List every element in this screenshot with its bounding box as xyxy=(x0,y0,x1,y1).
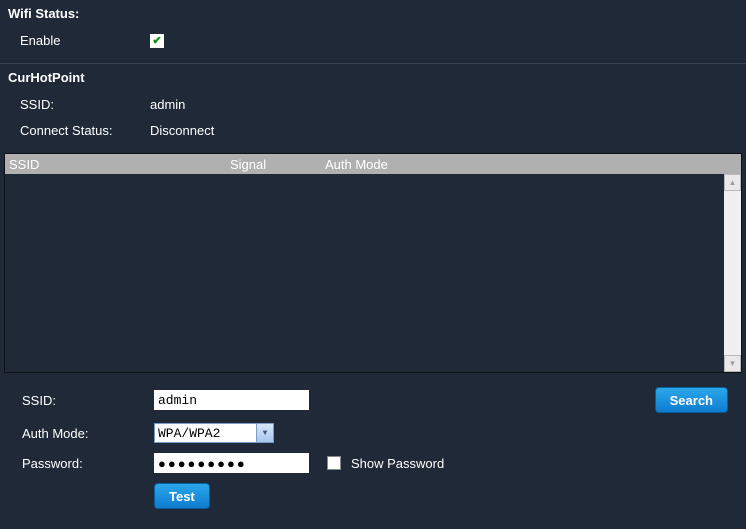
hotpoint-title: CurHotPoint xyxy=(8,68,738,91)
form-ssid-row: SSID: Search xyxy=(22,387,728,413)
scrollbar[interactable]: ▲ ▼ xyxy=(724,174,741,372)
scroll-track[interactable] xyxy=(724,191,741,355)
scroll-down-icon[interactable]: ▼ xyxy=(724,355,741,372)
show-password-checkbox[interactable] xyxy=(327,456,341,470)
form-auth-row: Auth Mode: WPA/WPA2 ▼ xyxy=(22,423,728,443)
hotpoint-connect-row: Connect Status: Disconnect xyxy=(8,117,738,143)
auth-mode-select[interactable]: WPA/WPA2 ▼ xyxy=(154,423,274,443)
wifi-status-title: Wifi Status: xyxy=(8,4,738,27)
network-list: SSID Signal Auth Mode ▲ ▼ xyxy=(4,153,742,373)
form-auth-label: Auth Mode: xyxy=(22,426,154,441)
show-password-label: Show Password xyxy=(351,456,444,471)
hotpoint-ssid-value: admin xyxy=(150,97,738,112)
form-password-row: Password: Show Password xyxy=(22,453,728,473)
hotpoint-connect-label: Connect Status: xyxy=(20,123,150,138)
enable-value: ✔ xyxy=(150,32,738,49)
scroll-up-icon[interactable]: ▲ xyxy=(724,174,741,191)
form-ssid-label: SSID: xyxy=(22,393,154,408)
form-password-label: Password: xyxy=(22,456,154,471)
col-header-auth: Auth Mode xyxy=(325,157,741,172)
col-header-signal: Signal xyxy=(230,157,325,172)
enable-label: Enable xyxy=(20,33,150,48)
network-list-body[interactable] xyxy=(5,174,741,372)
test-button[interactable]: Test xyxy=(154,483,210,509)
hotpoint-ssid-label: SSID: xyxy=(20,97,150,112)
auth-mode-value: WPA/WPA2 xyxy=(155,426,256,441)
enable-checkbox[interactable]: ✔ xyxy=(150,34,164,48)
hotpoint-section: CurHotPoint SSID: admin Connect Status: … xyxy=(0,64,746,153)
wifi-form: SSID: Search Auth Mode: WPA/WPA2 ▼ Passw… xyxy=(0,373,746,529)
search-button[interactable]: Search xyxy=(655,387,728,413)
col-header-ssid: SSID xyxy=(5,157,230,172)
wifi-status-section: Wifi Status: Enable ✔ xyxy=(0,0,746,63)
enable-row: Enable ✔ xyxy=(8,27,738,53)
network-list-header: SSID Signal Auth Mode xyxy=(5,154,741,174)
ssid-input[interactable] xyxy=(154,390,309,410)
form-test-row: Test xyxy=(22,483,728,509)
chevron-down-icon[interactable]: ▼ xyxy=(256,424,273,442)
password-input[interactable] xyxy=(154,453,309,473)
hotpoint-connect-value: Disconnect xyxy=(150,123,738,138)
hotpoint-ssid-row: SSID: admin xyxy=(8,91,738,117)
